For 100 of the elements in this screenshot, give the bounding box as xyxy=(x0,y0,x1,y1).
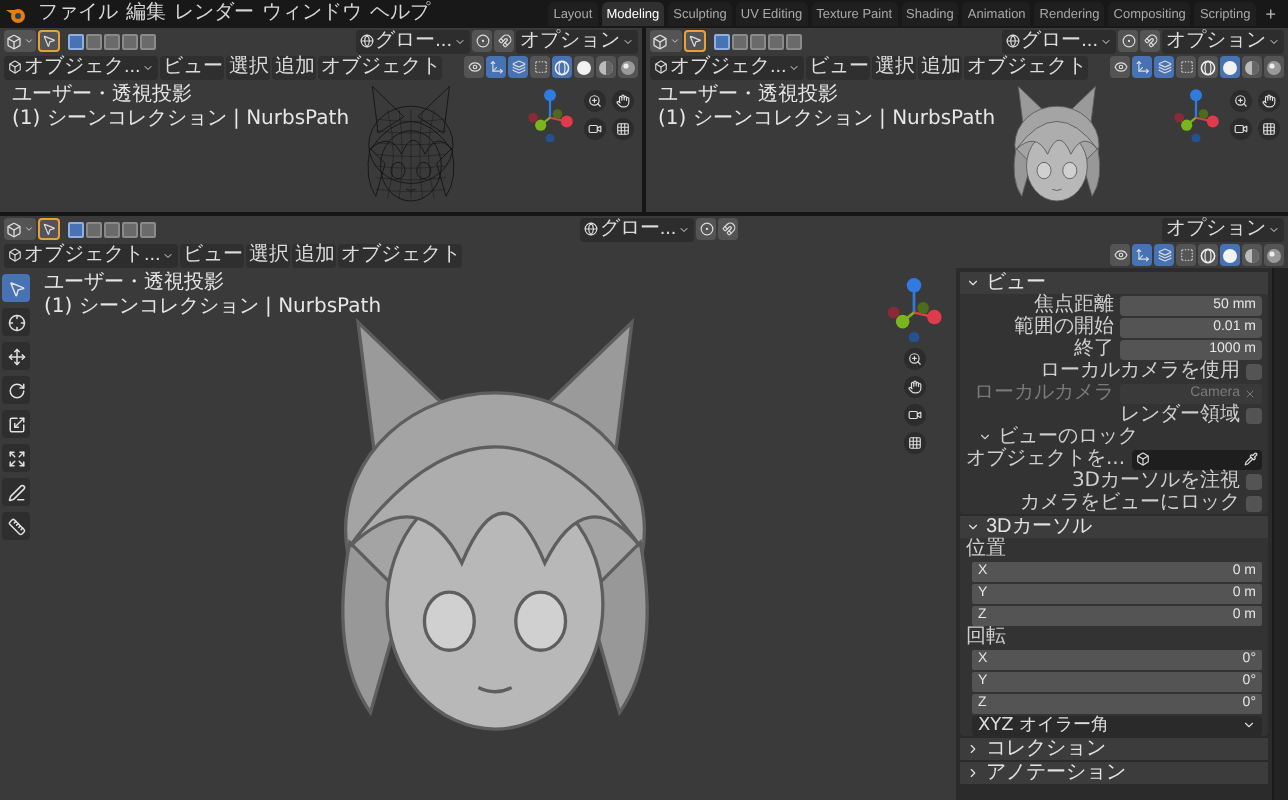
overlay-toggle[interactable] xyxy=(1154,56,1174,78)
panel-header[interactable]: 3Dカーソル xyxy=(960,516,1268,538)
header-menu[interactable]: 追加 xyxy=(918,55,963,79)
gizmo-toggle[interactable] xyxy=(486,56,506,78)
options-dropdown[interactable]: オプション xyxy=(1162,29,1284,53)
select-mode-toggle[interactable] xyxy=(122,221,138,237)
shading-mode-button[interactable] xyxy=(574,56,594,78)
camera-button[interactable] xyxy=(1230,117,1252,139)
visibility-button[interactable] xyxy=(1110,244,1130,266)
gizmo-toggle[interactable] xyxy=(1132,56,1152,78)
overlay-toggle[interactable] xyxy=(1154,244,1174,266)
select-mode-toggle[interactable] xyxy=(68,221,84,237)
transform-orientation-dropdown[interactable]: グロー... xyxy=(579,217,695,241)
shading-mode-button[interactable] xyxy=(1264,56,1284,78)
select-mode-toggle[interactable] xyxy=(86,33,102,49)
xray-toggle[interactable] xyxy=(1176,244,1196,266)
shading-mode-button[interactable] xyxy=(618,56,638,78)
zoom-button[interactable] xyxy=(584,89,606,111)
options-dropdown[interactable]: オプション xyxy=(516,29,638,53)
object-field[interactable] xyxy=(1131,449,1262,469)
header-menu[interactable]: 追加 xyxy=(292,243,337,267)
select-mode-toggle[interactable] xyxy=(714,33,730,49)
header-menu[interactable]: ビュー xyxy=(806,55,871,79)
select-mode-toggle[interactable] xyxy=(750,33,766,49)
camera-button[interactable] xyxy=(584,117,606,139)
select-mode-toggle[interactable] xyxy=(68,33,84,49)
select-mode-toggle[interactable] xyxy=(768,33,784,49)
select-mode-toggle[interactable] xyxy=(786,33,802,49)
editor-type-button[interactable] xyxy=(4,218,36,240)
shading-mode-button[interactable] xyxy=(1264,244,1284,266)
transform-orientation-dropdown[interactable]: グロー... xyxy=(355,29,470,53)
xray-toggle[interactable] xyxy=(1176,56,1196,78)
menu-item[interactable]: ヘルプ xyxy=(368,2,432,26)
visibility-button[interactable] xyxy=(464,56,484,78)
checkbox[interactable] xyxy=(1246,363,1262,379)
hand-button[interactable] xyxy=(903,376,925,398)
select-mode-toggle[interactable] xyxy=(104,33,120,49)
editor-type-button[interactable] xyxy=(650,30,682,52)
mode-dropdown[interactable]: オブジェク... xyxy=(4,55,159,79)
select-mode-toggle[interactable] xyxy=(140,221,156,237)
grid-button[interactable] xyxy=(1258,117,1280,139)
checkbox[interactable] xyxy=(1246,473,1262,489)
hand-button[interactable] xyxy=(612,89,634,111)
pivot-point-button[interactable] xyxy=(472,30,492,52)
shading-mode-button[interactable] xyxy=(1198,244,1218,266)
grid-button[interactable] xyxy=(612,117,634,139)
pivot-point-button[interactable] xyxy=(1118,30,1138,52)
header-menu[interactable]: オブジェクト xyxy=(964,55,1089,79)
hand-button[interactable] xyxy=(1258,89,1280,111)
panel-header[interactable]: コレクション xyxy=(960,738,1268,760)
zoom-button[interactable] xyxy=(1230,89,1252,111)
shading-mode-button[interactable] xyxy=(1242,244,1262,266)
shading-mode-button[interactable] xyxy=(1220,56,1240,78)
snap-button[interactable] xyxy=(718,218,739,240)
tool-button[interactable] xyxy=(2,376,30,404)
mode-dropdown[interactable]: オブジェクト... xyxy=(4,243,179,267)
select-mode-toggle[interactable] xyxy=(86,221,102,237)
menu-item[interactable]: レンダー xyxy=(172,2,256,26)
header-menu[interactable]: オブジェクト xyxy=(318,55,443,79)
camera-button[interactable] xyxy=(903,404,925,426)
panel-header[interactable]: アノテーション xyxy=(960,762,1268,784)
pivot-point-button[interactable] xyxy=(696,218,717,240)
shading-mode-button[interactable] xyxy=(1198,56,1218,78)
tool-button[interactable] xyxy=(2,444,30,472)
panel-header[interactable]: ビュー xyxy=(960,272,1268,294)
overlay-toggle[interactable] xyxy=(508,56,528,78)
tool-button[interactable] xyxy=(2,478,30,506)
header-menu[interactable]: ビュー xyxy=(180,243,245,267)
select-mode-toggle[interactable] xyxy=(104,221,120,237)
transform-orientation-dropdown[interactable]: グロー... xyxy=(1001,29,1116,53)
header-menu[interactable]: ビュー xyxy=(160,55,225,79)
header-menu[interactable]: 選択 xyxy=(872,55,917,79)
menu-item[interactable]: 編集 xyxy=(124,2,168,26)
options-dropdown[interactable]: オプション xyxy=(1162,217,1284,241)
checkbox[interactable] xyxy=(1246,407,1262,423)
editor-type-button[interactable] xyxy=(4,30,36,52)
header-menu[interactable]: 選択 xyxy=(226,55,271,79)
snap-button[interactable] xyxy=(1140,30,1160,52)
zoom-button[interactable] xyxy=(903,348,925,370)
shading-mode-button[interactable] xyxy=(552,56,572,78)
menu-item[interactable]: ファイル xyxy=(36,2,120,26)
snap-button[interactable] xyxy=(494,30,514,52)
mode-dropdown[interactable]: オブジェク... xyxy=(650,55,805,79)
tool-button[interactable] xyxy=(2,342,30,370)
select-tool-button[interactable] xyxy=(38,218,60,240)
shading-mode-button[interactable] xyxy=(596,56,616,78)
select-mode-toggle[interactable] xyxy=(140,33,156,49)
select-tool-button[interactable] xyxy=(38,30,60,52)
visibility-button[interactable] xyxy=(1110,56,1130,78)
tool-button[interactable] xyxy=(2,512,30,540)
header-menu[interactable]: オブジェクト xyxy=(338,243,463,267)
grid-button[interactable] xyxy=(903,432,925,454)
tool-button[interactable] xyxy=(2,274,30,302)
shading-mode-button[interactable] xyxy=(1242,56,1262,78)
checkbox[interactable] xyxy=(1246,495,1262,511)
xray-toggle[interactable] xyxy=(530,56,550,78)
menu-item[interactable]: ウィンドウ xyxy=(260,2,364,26)
header-menu[interactable]: 追加 xyxy=(272,55,317,79)
tool-button[interactable] xyxy=(2,308,30,336)
subpanel-title[interactable]: ビューのロック xyxy=(998,426,1138,448)
